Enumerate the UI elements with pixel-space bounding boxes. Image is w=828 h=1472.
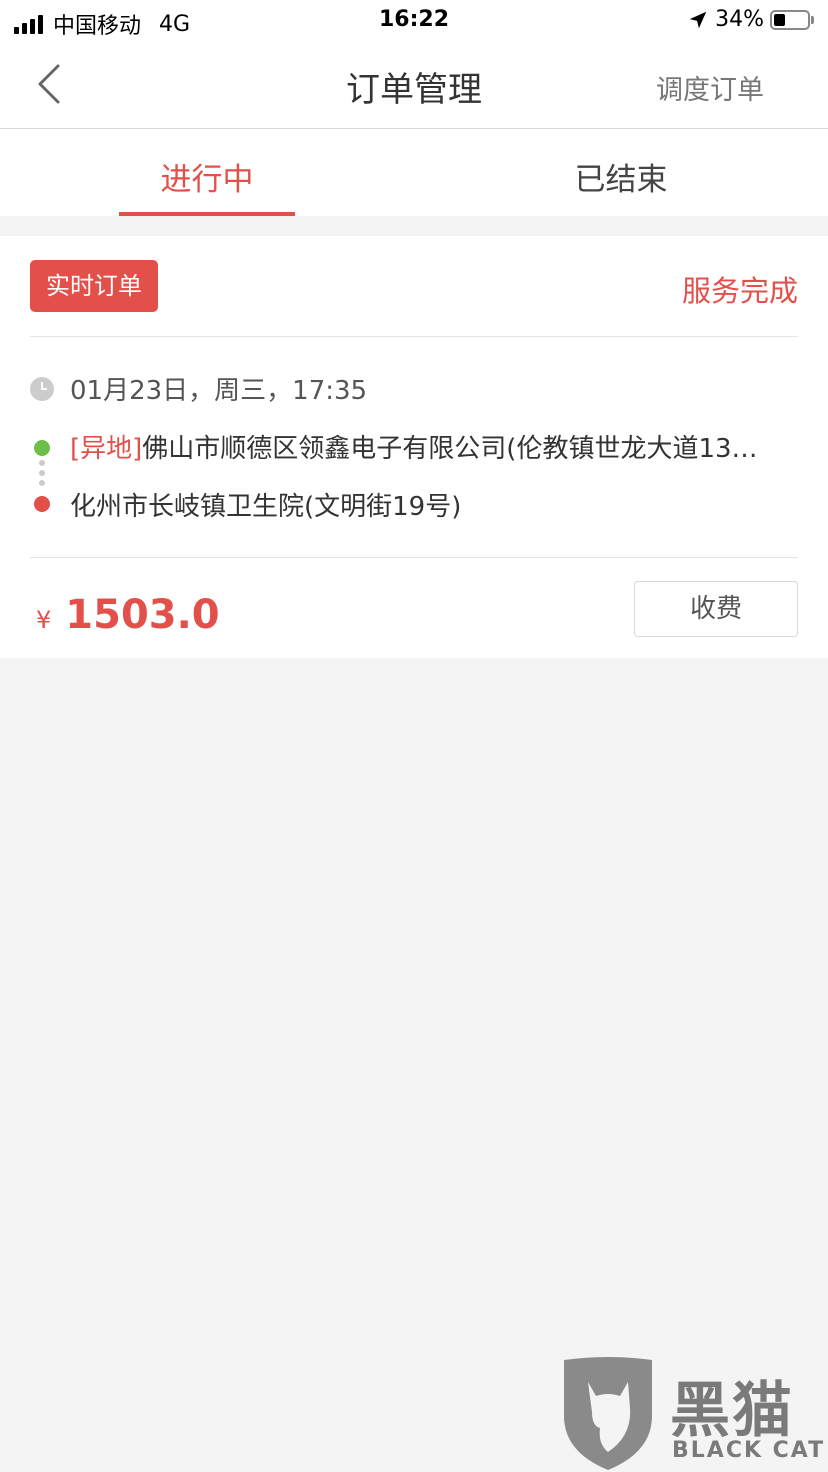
order-card[interactable]: 实时订单 服务完成 01月23日，周三，17:35 [异地]佛山市顺德区领鑫电子…	[0, 236, 828, 658]
end-point-icon	[34, 496, 50, 512]
tab-finished-label: 已结束	[574, 162, 668, 198]
battery-percent: 34%	[715, 7, 764, 32]
black-cat-watermark: 黑猫 BLACK CAT	[558, 1356, 826, 1472]
start-address-text: 佛山市顺德区领鑫电子有限公司(伦教镇世龙大道13…	[142, 434, 758, 464]
order-price: ¥ 1503.0	[36, 592, 220, 638]
order-card-footer: ¥ 1503.0 收费	[30, 557, 798, 658]
order-time: 01月23日，周三，17:35	[70, 376, 368, 406]
clock-icon	[30, 376, 54, 401]
order-card-header: 实时订单 服务完成	[30, 236, 798, 337]
price-amount: 1503.0	[65, 592, 220, 638]
tab-in-progress-label: 进行中	[160, 162, 254, 198]
dispatch-orders-button[interactable]: 调度订单	[656, 68, 764, 107]
status-bar: 中国移动 4G 16:22 34%	[0, 0, 828, 42]
currency-symbol: ¥	[36, 606, 52, 634]
end-address: 化州市长岐镇卫生院(文明街19号)	[70, 492, 462, 522]
watermark-title: 黑猫	[670, 1376, 794, 1446]
order-type-badge: 实时订单	[30, 260, 158, 312]
watermark-subtitle: BLACK CAT	[672, 1438, 826, 1463]
cat-shield-icon	[564, 1357, 652, 1470]
order-tabs: 进行中 已结束	[0, 129, 828, 216]
start-point-icon	[34, 440, 50, 456]
remote-tag: [异地]	[70, 434, 143, 464]
charge-button[interactable]: 收费	[634, 581, 798, 637]
tab-finished[interactable]: 已结束	[414, 129, 828, 216]
order-status: 服务完成	[681, 274, 798, 308]
battery-icon	[770, 9, 814, 30]
location-arrow-icon	[689, 11, 707, 28]
status-right: 34%	[687, 7, 814, 32]
route-connector	[39, 460, 45, 490]
active-tab-indicator	[119, 212, 295, 216]
start-address: [异地]佛山市顺德区领鑫电子有限公司(伦教镇世龙大道13…	[70, 428, 798, 465]
nav-bar: 订单管理 调度订单	[0, 42, 828, 129]
order-time-row: 01月23日，周三，17:35	[30, 370, 367, 407]
page: 中国移动 4G 16:22 34% 订单管理 调度订单 进行中 已结束 实时订单…	[0, 0, 828, 1472]
battery-fill	[774, 13, 785, 26]
tab-in-progress[interactable]: 进行中	[0, 129, 414, 216]
